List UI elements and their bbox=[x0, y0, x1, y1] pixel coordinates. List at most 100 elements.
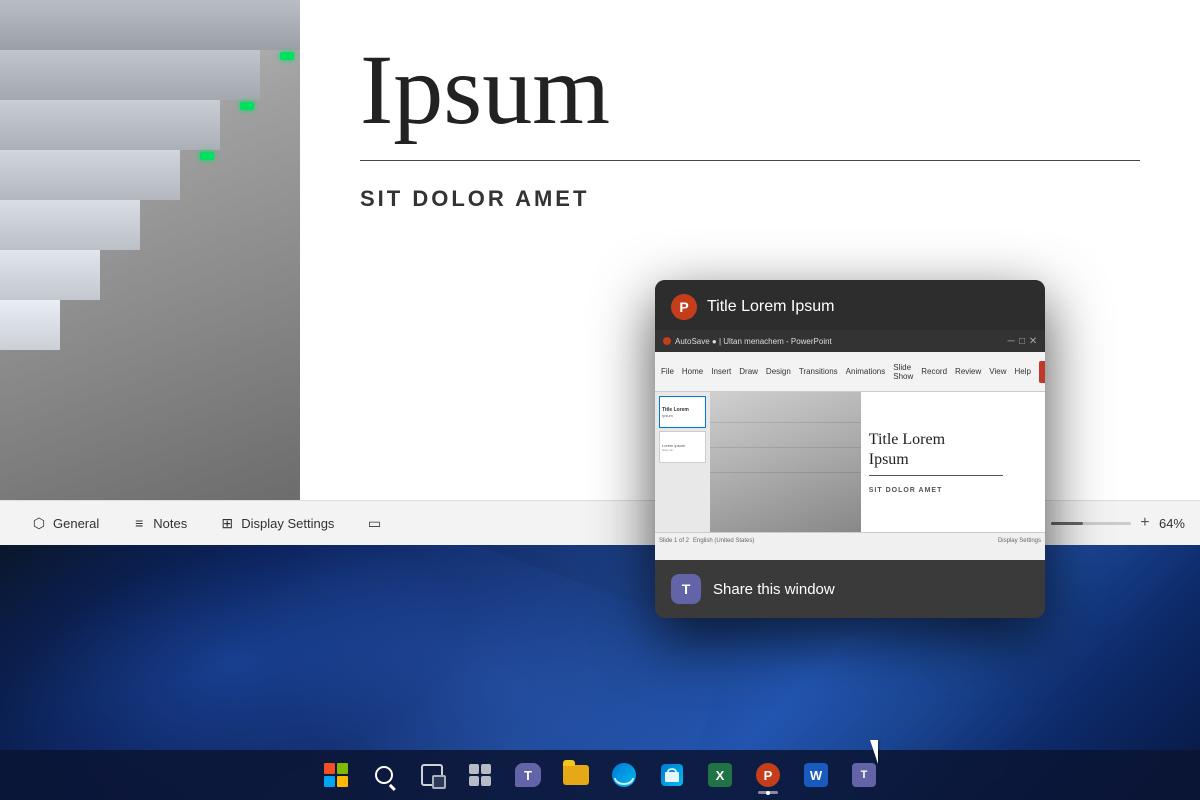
powerpoint-icon: P bbox=[756, 763, 780, 787]
mini-slide-title-2: Ipsum bbox=[869, 450, 1037, 469]
ribbon-slideshow: Slide Show bbox=[893, 363, 913, 381]
display-settings-label: Display Settings bbox=[241, 516, 334, 531]
widget-cell-4 bbox=[481, 776, 491, 786]
display-settings-button[interactable]: ⊞ Display Settings bbox=[203, 511, 350, 535]
slide-image bbox=[0, 0, 300, 545]
display-settings-icon: ⊞ bbox=[219, 515, 235, 531]
popup-share-button: Share this window bbox=[713, 581, 835, 598]
mini-stair-2 bbox=[710, 447, 861, 448]
ribbon-animations: Animations bbox=[846, 367, 886, 376]
record-button: ⬤ Record bbox=[1039, 361, 1045, 383]
general-status[interactable]: ⬡ General bbox=[15, 511, 115, 535]
slide-title: Ipsum bbox=[360, 40, 1140, 140]
notes-icon: ≡ bbox=[131, 515, 147, 531]
ribbon-design: Design bbox=[766, 367, 791, 376]
excel-button[interactable]: X bbox=[698, 753, 742, 797]
ribbon-insert: Insert bbox=[711, 367, 731, 376]
ribbon-home: Home bbox=[682, 367, 703, 376]
stair-step bbox=[0, 0, 300, 50]
mini-slide-canvas: Title Lorem Ipsum SIT DOLOR AMET bbox=[710, 392, 1045, 532]
mini-status-lang: English (United States) bbox=[693, 538, 754, 544]
edge-button[interactable] bbox=[602, 753, 646, 797]
ribbon-review: Review bbox=[955, 367, 981, 376]
edge-icon bbox=[612, 763, 636, 787]
status-right: − + 64% bbox=[1027, 513, 1185, 533]
popup-ppt-icon: P bbox=[671, 294, 697, 320]
mini-slide-image bbox=[710, 392, 861, 532]
mini-ppt-ui: AutoSave ● | Ultan menachem - PowerPoint… bbox=[655, 330, 1045, 560]
ribbon-help: Help bbox=[1014, 367, 1030, 376]
search-icon bbox=[375, 766, 393, 784]
slide-subtitle: SIT DOLOR AMET bbox=[360, 186, 1140, 212]
mini-app-title: AutoSave ● | Ultan menachem - PowerPoint bbox=[675, 337, 832, 346]
word-icon: W bbox=[804, 763, 828, 787]
led-light bbox=[280, 52, 294, 60]
store-button[interactable] bbox=[650, 753, 694, 797]
ribbon-view: View bbox=[989, 367, 1006, 376]
search-taskbar-button[interactable] bbox=[362, 753, 406, 797]
win-quad-2 bbox=[337, 763, 348, 774]
mini-slide-panel: Title Lorem Ipsum Lorem ipsum dolor sit.… bbox=[655, 392, 710, 532]
powerpoint-button[interactable]: P bbox=[746, 753, 790, 797]
popup-title: Title Lorem Ipsum bbox=[707, 298, 834, 316]
popup-preview[interactable]: AutoSave ● | Ultan menachem - PowerPoint… bbox=[655, 330, 1045, 560]
widget-cell-3 bbox=[469, 776, 479, 786]
mini-slide-title-1: Title Lorem bbox=[869, 430, 1037, 449]
stair-step bbox=[0, 200, 140, 250]
led-light bbox=[200, 152, 214, 160]
maximize-icon: □ bbox=[1018, 337, 1026, 345]
mini-stair-3 bbox=[710, 472, 861, 473]
win-quad-4 bbox=[337, 776, 348, 787]
mini-slide-divider bbox=[869, 475, 1004, 476]
mini-window-controls: ─ □ ✕ bbox=[1007, 337, 1037, 345]
mini-slide-subtitle: SIT DOLOR AMET bbox=[869, 487, 1037, 494]
zoom-slider[interactable] bbox=[1051, 522, 1131, 525]
mini-img-bg bbox=[710, 392, 861, 532]
task-view-button[interactable] bbox=[410, 753, 454, 797]
teams-button[interactable]: T bbox=[842, 753, 886, 797]
widgets-icon bbox=[469, 764, 491, 786]
store-icon bbox=[661, 764, 683, 786]
zoom-controls: − + 64% bbox=[1027, 513, 1185, 533]
zoom-in-button[interactable]: + bbox=[1135, 513, 1155, 533]
mini-statusbar: Slide 1 of 2 English (United States) Dis… bbox=[655, 532, 1045, 548]
popup-window: P Title Lorem Ipsum AutoSave ● | Ultan m… bbox=[655, 280, 1045, 618]
task-view-icon bbox=[421, 764, 443, 786]
notes-button[interactable]: ≡ Notes bbox=[115, 511, 203, 535]
win-quad-3 bbox=[324, 776, 335, 787]
general-label: General bbox=[53, 516, 99, 531]
ribbon-transitions: Transitions bbox=[799, 367, 838, 376]
stair-step bbox=[0, 150, 180, 200]
zoom-bar-fill bbox=[1051, 522, 1083, 525]
popup-share-area[interactable]: T Share this window bbox=[655, 560, 1045, 618]
mini-stair-1 bbox=[710, 422, 861, 423]
ribbon-record: Record bbox=[921, 367, 947, 376]
stair-step bbox=[0, 100, 220, 150]
word-button[interactable]: W bbox=[794, 753, 838, 797]
mini-thumb-2: Lorem ipsum dolor sit... bbox=[659, 431, 706, 463]
popup-teams-icon: T bbox=[671, 574, 701, 604]
slide-divider bbox=[360, 160, 1140, 161]
close-icon: ✕ bbox=[1029, 337, 1037, 345]
widgets-button[interactable] bbox=[458, 753, 502, 797]
mini-titlebar: AutoSave ● | Ultan menachem - PowerPoint… bbox=[655, 330, 1045, 352]
teams-chat-button[interactable]: T bbox=[506, 753, 550, 797]
stair-step bbox=[0, 300, 60, 350]
reading-view-icon: ▭ bbox=[366, 515, 382, 531]
teams-icon: T bbox=[852, 763, 876, 787]
mini-thumb-1: Title Lorem Ipsum bbox=[659, 396, 706, 428]
start-button[interactable] bbox=[314, 753, 358, 797]
widget-cell-1 bbox=[469, 764, 479, 774]
file-explorer-button[interactable] bbox=[554, 753, 598, 797]
popup-header: P Title Lorem Ipsum bbox=[655, 280, 1045, 330]
notes-label: Notes bbox=[153, 516, 187, 531]
reading-view-button[interactable]: ▭ bbox=[350, 511, 398, 535]
mini-slide-text-area: Title Lorem Ipsum SIT DOLOR AMET bbox=[861, 392, 1045, 532]
mini-ppt-icon bbox=[663, 337, 671, 345]
widget-cell-2 bbox=[481, 764, 491, 774]
ribbon-draw: Draw bbox=[739, 367, 758, 376]
mini-status-zoom: Display Settings bbox=[998, 538, 1041, 544]
mini-main-area: Title Lorem Ipsum Lorem ipsum dolor sit.… bbox=[655, 392, 1045, 532]
windows-logo-icon bbox=[324, 763, 348, 787]
file-explorer-icon bbox=[563, 765, 589, 785]
